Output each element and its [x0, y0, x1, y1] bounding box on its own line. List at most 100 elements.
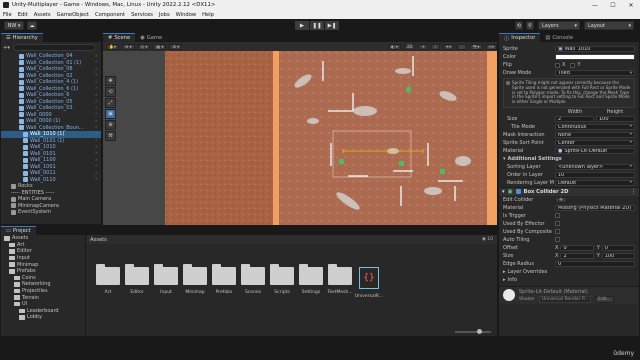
- material-field[interactable]: ● Sprite-Lit-Default: [555, 147, 635, 155]
- shader-edit-button[interactable]: Edit...: [595, 295, 615, 303]
- chevron-right-icon[interactable]: ›: [95, 86, 97, 91]
- used-effector-checkbox[interactable]: [555, 221, 560, 227]
- tab-hierarchy[interactable]: ☰ Hierarchy: [1, 33, 43, 42]
- camera-dropdown[interactable]: 📷▾: [469, 43, 483, 50]
- menu-assets[interactable]: Assets: [34, 12, 51, 18]
- custom-tool-icon[interactable]: ⚒: [105, 131, 116, 141]
- order-input[interactable]: 10: [555, 171, 635, 179]
- step-button[interactable]: ▶❚: [325, 21, 339, 30]
- search-icon[interactable]: ⚲: [526, 21, 534, 30]
- offset-x-input[interactable]: 0: [560, 244, 594, 252]
- asset-item[interactable]: Input: [151, 264, 181, 295]
- chevron-right-icon[interactable]: ›: [95, 151, 97, 156]
- asset-item[interactable]: TextMesh...: [325, 264, 355, 295]
- audio-toggle[interactable]: ♪: [431, 43, 440, 50]
- chevron-right-icon[interactable]: ›: [95, 106, 97, 111]
- auto-tiling-checkbox[interactable]: [555, 237, 560, 243]
- bc-material-field[interactable]: Missing (Physics Material 2D): [555, 204, 635, 212]
- chevron-right-icon[interactable]: ›: [95, 158, 97, 163]
- rect-tool-icon[interactable]: ▣: [105, 109, 116, 119]
- tab-inspector[interactable]: ⓘ Inspector: [499, 33, 541, 42]
- history-icon[interactable]: ⟲: [515, 21, 523, 30]
- chevron-right-icon[interactable]: ›: [95, 119, 97, 124]
- menu-gameobject[interactable]: GameObject: [57, 12, 89, 18]
- chevron-right-icon[interactable]: ›: [95, 54, 97, 59]
- menu-edit[interactable]: Edit: [18, 12, 28, 18]
- project-folder-item[interactable]: Networking: [1, 281, 85, 288]
- draw-mode-dropdown[interactable]: Tiled: [555, 69, 635, 77]
- hierarchy-search-input[interactable]: [12, 44, 96, 51]
- transform-tool-icon[interactable]: ⊕: [105, 120, 116, 130]
- project-folder-item[interactable]: Assets: [1, 235, 85, 242]
- flip-x-checkbox[interactable]: [555, 62, 560, 68]
- project-folder-item[interactable]: Lobby: [1, 314, 85, 321]
- menu-file[interactable]: File: [3, 12, 12, 18]
- chevron-right-icon[interactable]: ›: [95, 73, 97, 78]
- box-collider-enabled-checkbox[interactable]: [515, 189, 521, 195]
- bc-size-x-input[interactable]: 2: [560, 252, 594, 260]
- additional-settings-row[interactable]: ▾ Additional Settings: [499, 155, 639, 163]
- maximize-button[interactable]: ☐: [604, 2, 622, 9]
- tab-project[interactable]: ▭ Project: [1, 226, 36, 235]
- width-input[interactable]: 2: [555, 115, 594, 123]
- asset-item[interactable]: Art: [93, 264, 123, 295]
- 2d-toggle[interactable]: 2D: [403, 43, 416, 50]
- project-folder-item[interactable]: UI: [1, 301, 85, 308]
- edit-collider-button[interactable]: ⟡: [555, 196, 567, 204]
- project-folder-item[interactable]: Editor: [1, 248, 85, 255]
- scene-viewport[interactable]: ✥ ⟲ ⤢ ▣ ⊕ ⚒: [103, 51, 497, 225]
- project-folder-item[interactable]: Art: [1, 242, 85, 249]
- used-composite-checkbox[interactable]: [555, 229, 560, 235]
- chevron-right-icon[interactable]: ›: [95, 67, 97, 72]
- view-options-dropdown[interactable]: ◐ ▾: [388, 43, 401, 50]
- rendering-layer-dropdown[interactable]: Default: [555, 179, 635, 187]
- chevron-right-icon[interactable]: ›: [95, 99, 97, 104]
- hidden-objects-toggle[interactable]: ◌: [457, 43, 467, 50]
- sort-point-dropdown[interactable]: Center: [555, 139, 635, 147]
- layer-overrides-row[interactable]: ▸ Layer Overrides: [499, 268, 639, 276]
- edge-radius-input[interactable]: 0: [555, 260, 635, 268]
- lighting-toggle[interactable]: ☀: [418, 43, 429, 50]
- chevron-right-icon[interactable]: ›: [95, 177, 97, 182]
- grid-dropdown[interactable]: ▦ ▾: [153, 43, 167, 50]
- project-folder-item[interactable]: Terrain: [1, 294, 85, 301]
- height-input[interactable]: 100: [596, 115, 635, 123]
- chevron-right-icon[interactable]: ›: [95, 171, 97, 176]
- hierarchy-item[interactable]: EventSystem: [1, 209, 101, 216]
- close-button[interactable]: ✕: [622, 2, 640, 9]
- menu-window[interactable]: Window: [176, 12, 196, 18]
- chevron-right-icon[interactable]: ›: [95, 125, 97, 130]
- move-tool-icon[interactable]: ✥: [105, 76, 116, 86]
- play-button[interactable]: ▶: [295, 21, 309, 30]
- asset-item[interactable]: Scripts: [267, 264, 297, 295]
- color-swatch[interactable]: [555, 53, 635, 61]
- component-menu-icon[interactable]: ⋮: [631, 189, 636, 195]
- snap-dropdown[interactable]: ⊞ ▾: [169, 43, 183, 50]
- pivot-dropdown[interactable]: ⊕ ▾: [122, 43, 135, 50]
- pause-button[interactable]: ❚❚: [310, 21, 324, 30]
- bc-size-y-input[interactable]: 100: [601, 252, 635, 260]
- asset-item[interactable]: {} UniversalR...: [354, 267, 384, 299]
- scale-tool-icon[interactable]: ⤢: [105, 98, 116, 108]
- project-folder-item[interactable]: Projectiles: [1, 288, 85, 295]
- chevron-right-icon[interactable]: ›: [95, 80, 97, 85]
- project-folder-item[interactable]: Minimap: [1, 261, 85, 268]
- hand-tool-dropdown[interactable]: ✋▾: [106, 43, 119, 50]
- minimize-button[interactable]: —: [586, 2, 604, 9]
- shader-dropdown[interactable]: Universal Render P...: [539, 295, 592, 303]
- chevron-right-icon[interactable]: ›: [95, 112, 97, 117]
- flip-y-checkbox[interactable]: [570, 62, 576, 68]
- project-folder-item[interactable]: Leaderboard: [1, 308, 85, 315]
- project-folder-item[interactable]: Input: [1, 255, 85, 262]
- gizmos-dropdown[interactable]: ◎▾: [485, 43, 497, 50]
- menu-component[interactable]: Component: [95, 12, 125, 18]
- project-folder-item[interactable]: Prefabs: [1, 268, 85, 275]
- layout-dropdown[interactable]: Layout ▾: [584, 21, 634, 30]
- menu-jobs[interactable]: Jobs: [159, 12, 170, 18]
- add-icon[interactable]: +▾: [3, 45, 10, 51]
- is-trigger-checkbox[interactable]: [555, 213, 560, 219]
- asset-item[interactable]: Editor: [122, 264, 152, 295]
- tile-mode-dropdown[interactable]: Continuous: [555, 123, 635, 131]
- chevron-right-icon[interactable]: ›: [95, 164, 97, 169]
- global-dropdown[interactable]: ◎ ▾: [137, 43, 151, 50]
